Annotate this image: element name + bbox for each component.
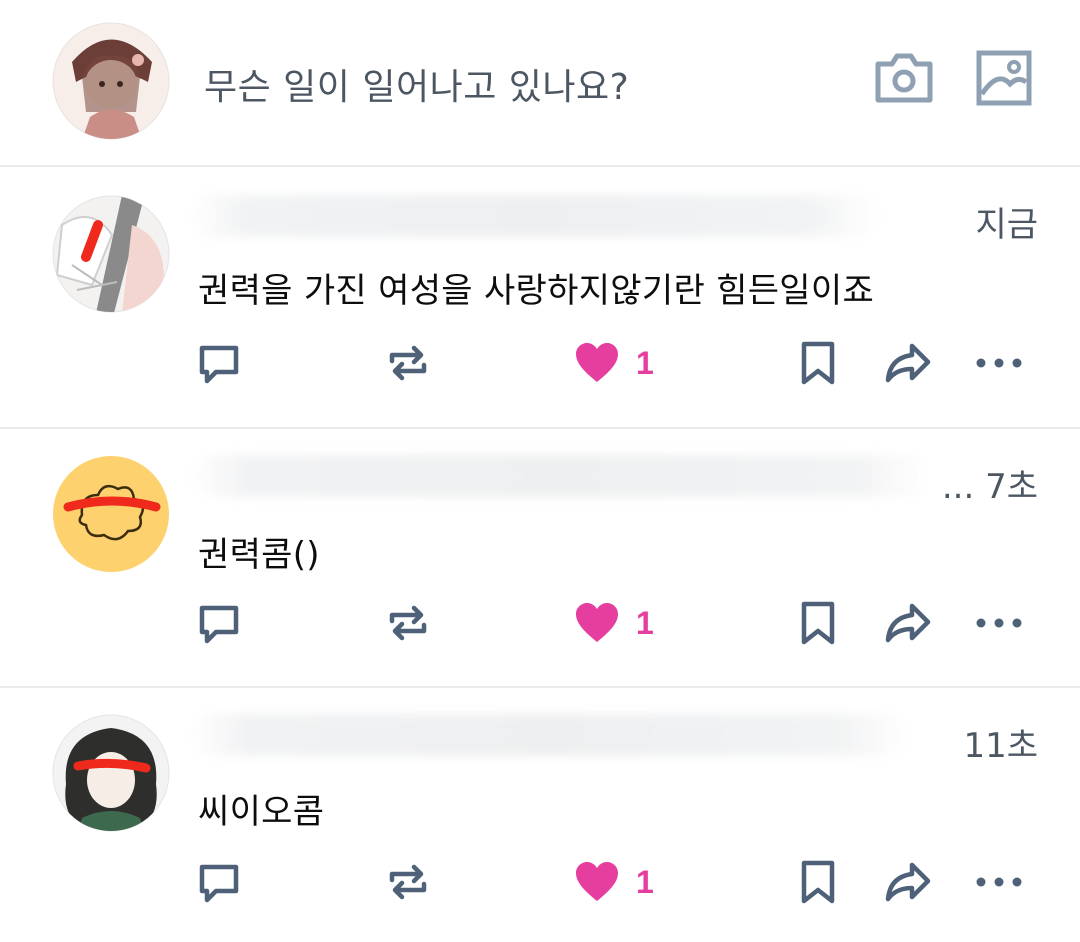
post-actions: 1 bbox=[0, 595, 1080, 655]
post-text: 씨이오콤 bbox=[198, 792, 325, 832]
heart-icon bbox=[576, 603, 618, 642]
more-icon bbox=[976, 358, 1022, 368]
like-count: 1 bbox=[636, 863, 654, 900]
heart-icon bbox=[576, 343, 618, 382]
bookmark-icon bbox=[801, 341, 835, 385]
image-icon[interactable] bbox=[976, 50, 1032, 106]
more-icon bbox=[976, 877, 1022, 887]
post-author-avatar[interactable] bbox=[52, 195, 170, 313]
reply-icon bbox=[199, 864, 239, 903]
bookmark-icon bbox=[801, 860, 835, 904]
reply-button[interactable] bbox=[196, 595, 242, 651]
reply-button[interactable] bbox=[196, 854, 242, 910]
like-button[interactable]: 1 bbox=[574, 335, 654, 391]
share-icon bbox=[885, 862, 931, 902]
share-icon bbox=[885, 603, 931, 643]
feed-post[interactable]: 지금 권력을 가진 여성을 사랑하지않기란 힘든일이죠 1 bbox=[0, 167, 1080, 429]
reply-button[interactable] bbox=[196, 335, 242, 391]
bookmark-button[interactable] bbox=[800, 854, 836, 910]
reply-icon bbox=[199, 605, 239, 644]
share-button[interactable] bbox=[884, 335, 932, 391]
share-button[interactable] bbox=[884, 595, 932, 651]
like-button[interactable]: 1 bbox=[574, 854, 654, 910]
like-button[interactable]: 1 bbox=[574, 595, 654, 651]
repost-icon bbox=[389, 605, 427, 641]
bookmark-button[interactable] bbox=[800, 335, 836, 391]
redacted-username bbox=[190, 714, 910, 756]
reply-icon bbox=[199, 345, 239, 384]
compose-prompt[interactable]: 무슨 일이 일어나고 있나요? bbox=[204, 58, 629, 110]
share-icon bbox=[885, 343, 931, 383]
post-text: 권력콤() bbox=[198, 535, 320, 575]
more-button[interactable] bbox=[975, 335, 1023, 391]
more-button[interactable] bbox=[975, 595, 1023, 651]
post-actions: 1 bbox=[0, 854, 1080, 914]
like-count: 1 bbox=[636, 604, 654, 641]
post-timestamp: ... 7초 bbox=[941, 467, 1038, 507]
repost-button[interactable] bbox=[386, 854, 430, 910]
share-button[interactable] bbox=[884, 854, 932, 910]
redacted-username bbox=[190, 195, 880, 237]
feed-post[interactable]: 11초 씨이오콤 1 bbox=[0, 688, 1080, 942]
repost-button[interactable] bbox=[386, 335, 430, 391]
like-count: 1 bbox=[636, 344, 654, 381]
camera-icon[interactable] bbox=[874, 52, 934, 104]
feed-post[interactable]: ... 7초 권력콤() 1 bbox=[0, 429, 1080, 688]
redacted-username bbox=[190, 455, 930, 497]
repost-icon bbox=[389, 864, 427, 900]
bookmark-button[interactable] bbox=[800, 595, 836, 651]
post-author-avatar[interactable] bbox=[52, 455, 170, 573]
post-timestamp: 11초 bbox=[963, 726, 1038, 766]
more-icon bbox=[976, 618, 1022, 628]
post-actions: 1 bbox=[0, 335, 1080, 395]
current-user-avatar[interactable] bbox=[52, 22, 170, 140]
more-button[interactable] bbox=[975, 854, 1023, 910]
post-text: 권력을 가진 여성을 사랑하지않기란 힘든일이죠 bbox=[198, 271, 875, 311]
compose-bar: 무슨 일이 일어나고 있나요? bbox=[0, 0, 1080, 167]
bookmark-icon bbox=[801, 601, 835, 645]
repost-icon bbox=[389, 345, 427, 381]
post-timestamp: 지금 bbox=[975, 205, 1038, 245]
post-author-avatar[interactable] bbox=[52, 714, 170, 832]
heart-icon bbox=[576, 862, 618, 901]
repost-button[interactable] bbox=[386, 595, 430, 651]
